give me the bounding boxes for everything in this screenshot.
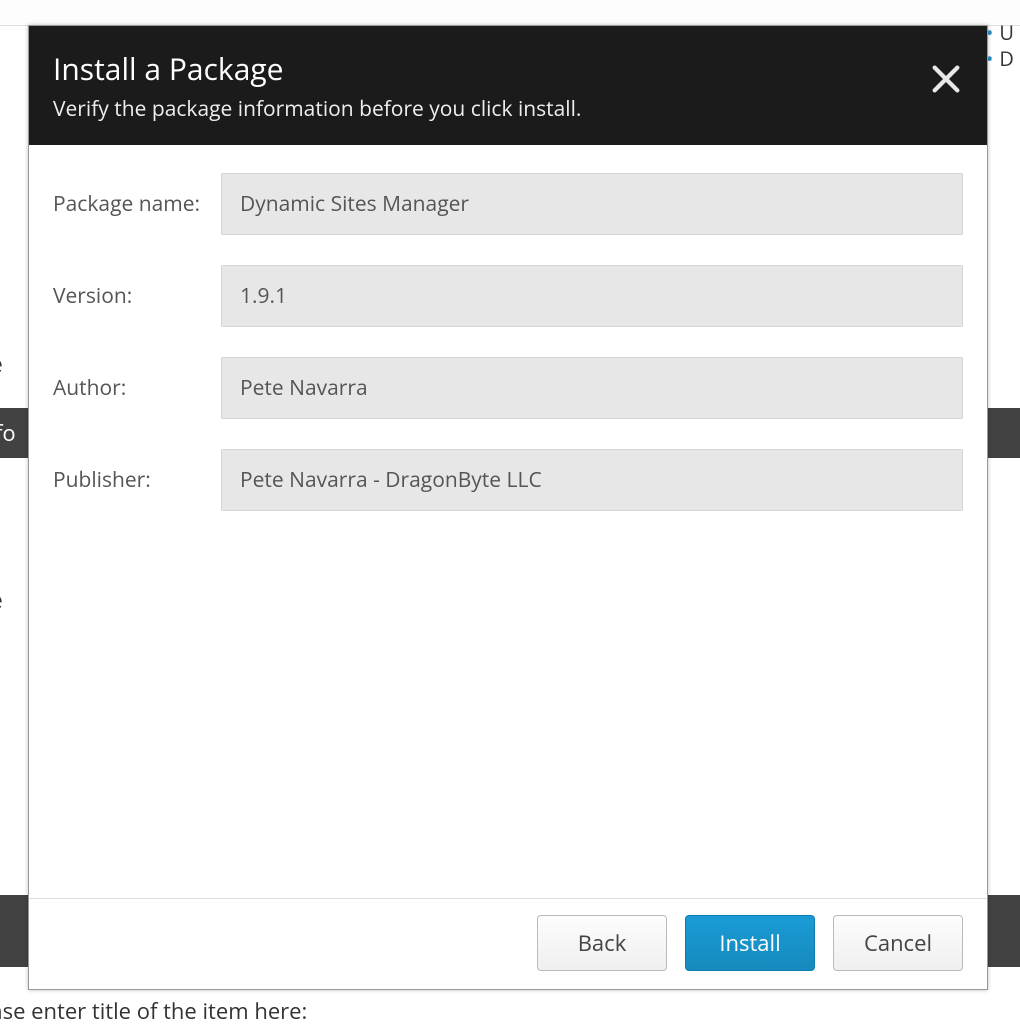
bg-topright-links: U D: [986, 20, 1014, 72]
label-publisher: Publisher:: [53, 466, 221, 494]
bg-link-u[interactable]: U: [986, 20, 1014, 46]
value-package-name: Dynamic Sites Manager: [221, 173, 963, 235]
modal-body: Package name: Dynamic Sites Manager Vers…: [29, 145, 987, 898]
bg-topbar: [0, 0, 1020, 26]
bg-frag-m: me: [0, 585, 3, 615]
cancel-button[interactable]: Cancel: [833, 915, 963, 971]
bg-enter-title-label: ease enter title of the item here:: [0, 996, 307, 1026]
modal-footer: Back Install Cancel: [29, 898, 987, 989]
label-package-name: Package name:: [53, 190, 221, 218]
modal-title: Install a Package: [53, 48, 963, 89]
label-version: Version:: [53, 282, 221, 310]
value-publisher: Pete Navarra - DragonByte LLC: [221, 449, 963, 511]
install-button[interactable]: Install: [685, 915, 815, 971]
modal-subtitle: Verify the package information before yo…: [53, 95, 963, 123]
close-icon[interactable]: [929, 62, 963, 96]
field-author: Author: Pete Navarra: [53, 357, 963, 419]
back-button[interactable]: Back: [537, 915, 667, 971]
field-version: Version: 1.9.1: [53, 265, 963, 327]
value-version: 1.9.1: [221, 265, 963, 327]
label-author: Author:: [53, 374, 221, 402]
bg-frag-we: We: [0, 349, 3, 379]
value-author: Pete Navarra: [221, 357, 963, 419]
modal-header: Install a Package Verify the package inf…: [29, 26, 987, 145]
field-publisher: Publisher: Pete Navarra - DragonByte LLC: [53, 449, 963, 511]
install-package-modal: Install a Package Verify the package inf…: [28, 25, 988, 990]
field-package-name: Package name: Dynamic Sites Manager: [53, 173, 963, 235]
bg-link-d[interactable]: D: [986, 46, 1014, 72]
